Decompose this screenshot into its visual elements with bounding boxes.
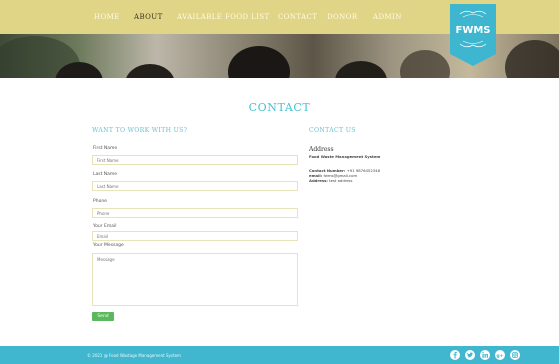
fwms-logo-badge[interactable]: FWMS [450, 4, 496, 66]
last-name-input[interactable] [92, 181, 298, 191]
instagram-icon[interactable] [510, 350, 520, 360]
logo-text: FWMS [455, 25, 490, 36]
address-title: Address [309, 146, 334, 153]
phone-input[interactable] [92, 208, 298, 218]
google-plus-icon[interactable]: g+ [495, 350, 505, 360]
message-textarea[interactable] [92, 253, 298, 306]
first-name-input[interactable] [92, 155, 298, 165]
nav-item-admin[interactable]: ADMIN [373, 13, 402, 21]
organization-name: Food Waste Management System [309, 154, 381, 159]
email-label: Your Email [93, 224, 117, 229]
page-title: CONTACT [248, 101, 311, 114]
linkedin-icon[interactable] [480, 350, 490, 360]
email-input[interactable] [92, 231, 298, 241]
logo-badge-shape: FWMS [450, 4, 496, 66]
last-name-label: Last Name [93, 172, 118, 177]
svg-text:g+: g+ [496, 353, 503, 359]
send-button[interactable]: Send [92, 312, 114, 321]
nav-item-available-food-list[interactable]: AVAILABLE FOOD LIST [177, 13, 270, 21]
contact-us-heading: CONTACT US [309, 127, 356, 134]
twitter-icon[interactable] [465, 350, 475, 360]
nav-item-donor[interactable]: DONOR [327, 13, 358, 21]
contact-address-label: Address: [309, 178, 328, 183]
contact-address-value: test address [329, 178, 353, 183]
footer-copyright: © 2021 @ Food Wastage Management System [87, 353, 181, 358]
nav-item-contact[interactable]: CONTACT [278, 13, 317, 21]
form-heading: WANT TO WORK WITH US? [92, 127, 188, 134]
nav-item-home[interactable]: HOME [94, 13, 120, 21]
phone-label: Phone [93, 199, 107, 204]
footer: © 2021 @ Food Wastage Management System … [0, 346, 559, 364]
nav-item-about[interactable]: ABOUT [134, 13, 163, 21]
first-name-label: First Name [93, 146, 118, 151]
contact-address-line: Address: test address [309, 178, 353, 183]
message-label: Your Message [93, 243, 124, 248]
facebook-icon[interactable] [450, 350, 460, 360]
